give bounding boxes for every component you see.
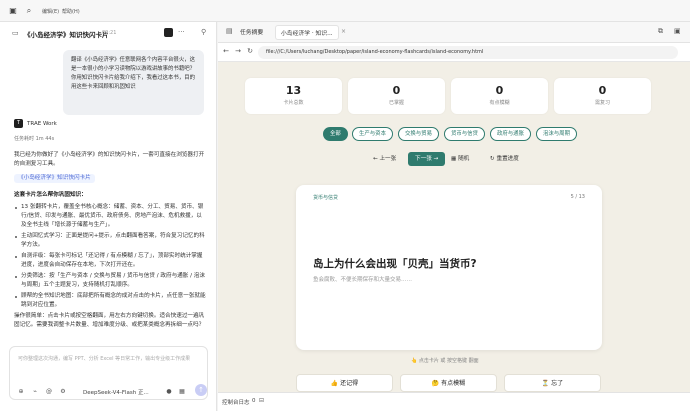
shuffle-label: 随机 [458, 156, 470, 162]
tab-bar: ▤ 任务摘要 小岛经济学 · 知识... × ⧉ ▣ [218, 22, 690, 43]
model-icon[interactable] [164, 28, 173, 37]
category-bubble[interactable]: 泡沫与周期 [536, 127, 577, 141]
stat-fuzzy: 0 有点模糊 [451, 78, 548, 114]
task-time: 任务耗时 1m 44s [14, 136, 55, 142]
response-bullets: 13 张翻转卡片，覆盖全书核心概念：储蓄、资本、分工、贸易、货币、银行/信贷、印… [14, 203, 206, 310]
microphone-icon[interactable]: ● [165, 388, 173, 396]
chat-title: 《小岛经济学》知识快闪卡片 [24, 31, 109, 39]
remember-button[interactable]: 👍 还记得 [296, 374, 393, 392]
sidebar-toggle-icon[interactable]: ▣ [8, 6, 18, 16]
list-item: 自测评级：每张卡可标记「还记得 / 有点模糊 / 忘了」，顶部实时统计掌握进度，… [14, 252, 206, 270]
console-count-badge: 0 [252, 398, 256, 404]
attach-icon[interactable]: ⌁ [31, 388, 39, 396]
agent-avatar-icon: T [14, 119, 23, 128]
card-count: 5 / 13 [570, 194, 585, 200]
category-money[interactable]: 货币与信贷 [444, 127, 485, 141]
stat-value: 0 [598, 84, 607, 97]
stat-label: 卡片总数 [283, 100, 304, 106]
list-item: 顾帮的全书知识地图：底部把所有概念的成对点击的卡片，点任意一张就能跳到对应位置。 [14, 292, 206, 310]
prev-button[interactable]: ← 上一张 [373, 152, 396, 166]
flashcard-page: 13 卡片总数 0 已掌握 0 有点模糊 0 需复习 全部 生产与资本 交换与贸… [218, 62, 690, 392]
console-log-label[interactable]: 控制台日志 [222, 398, 250, 406]
model-selector[interactable]: DeepSeek-V4-Flash 正... [83, 388, 149, 396]
list-item: 分类筛选：按「生产与资本 / 交换与贸易 / 货币与信贷 / 政府与通胀 / 泡… [14, 272, 206, 290]
more-icon[interactable]: ··· [178, 28, 185, 36]
address-bar: ← → ↻ file:///C:/Users/luchang/Desktop/p… [218, 43, 690, 62]
stat-mastered: 0 已掌握 [348, 78, 445, 114]
chat-panel: ▭ 《小岛经济学》知识快闪卡片 09:21 ··· ⚲ 翻译《小岛经济学》任意联… [0, 22, 217, 411]
add-icon[interactable]: ⊕ [17, 388, 25, 396]
chat-time: 09:21 [102, 30, 117, 36]
url-input[interactable]: file:///C:/Users/luchang/Desktop/paper/i… [258, 46, 678, 59]
reload-icon[interactable]: ↻ [245, 47, 255, 55]
flip-hint: 👆 点击卡片 或 按空格键 翻面 [411, 358, 479, 364]
stat-label: 有点模糊 [489, 100, 510, 106]
pin-icon[interactable]: ⚲ [201, 28, 206, 36]
chat-input-box[interactable]: 可你整理这次沟通，编写 PPT、分析 Excel 等日常工作，输出专业级工作成果… [9, 346, 208, 400]
tab-flashcards[interactable]: 小岛经济学 · 知识... [275, 25, 339, 40]
user-message: 翻译《小岛经济学》任意联网各个内容平台很火，这是一本很小的小学习读物院以游戏讲故… [63, 50, 204, 115]
response-heading: 这套卡片怎么帮你巩固知识： [14, 192, 87, 198]
stat-label: 已掌握 [388, 100, 404, 106]
stat-value: 0 [392, 84, 401, 97]
sidebar-icon[interactable]: ▣ [674, 27, 681, 35]
reset-button[interactable]: ↻ 重置进度 [490, 152, 519, 166]
search-icon[interactable]: ⌕ [24, 6, 34, 16]
menu-edit[interactable]: 编辑(E) [42, 8, 59, 15]
category-government[interactable]: 政府与通胀 [490, 127, 531, 141]
forward-icon[interactable]: → [233, 47, 243, 55]
collapse-icon[interactable]: ▤ [226, 27, 233, 35]
card-category: 货币与信贷 [313, 195, 339, 201]
chat-header: ▭ 《小岛经济学》知识快闪卡片 09:21 ··· ⚲ [0, 22, 217, 44]
title-bar: ▣ ⌕ 编辑(E) 帮助(H) [0, 0, 690, 22]
stat-value: 13 [285, 84, 302, 97]
card-hint: 鱼会腐败、不便长期保存和大量交易…… [313, 277, 413, 283]
card-question: 岛上为什么会出现「贝壳」当货币? [313, 258, 477, 270]
chat-input[interactable]: 可你整理这次沟通，编写 PPT、分析 Excel 等日常工作，输出专业级工作成果 [18, 355, 190, 362]
back-icon[interactable]: ← [221, 47, 231, 55]
list-item: 13 张翻转卡片，覆盖全书核心概念：储蓄、资本、分工、贸易、货币、银行/信贷、印… [14, 203, 206, 230]
send-button[interactable]: ↑ [195, 384, 207, 396]
tab-summary[interactable]: 任务摘要 [240, 27, 263, 36]
skills-icon[interactable]: ⚙ [59, 388, 67, 396]
agent-name: TRAE Work [27, 120, 57, 127]
agent-header: T TRAE Work [14, 119, 57, 128]
reset-label: 重置进度 [496, 156, 519, 162]
console-icon[interactable]: ⊟ [259, 397, 264, 404]
file-tag[interactable]: 《小岛经济学》知识快闪卡片 [14, 174, 95, 183]
chat-icon: ▭ [12, 29, 19, 37]
category-production[interactable]: 生产与资本 [352, 127, 393, 141]
forgot-button[interactable]: ⏳ 忘了 [504, 374, 601, 392]
next-button[interactable]: 下一张 → [408, 152, 446, 166]
mention-icon[interactable]: @ [45, 388, 53, 396]
status-bar: 控制台日志 0 ⊟ [218, 392, 690, 411]
shuffle-button[interactable]: ▦ 随机 [451, 152, 469, 166]
agent-response: 我已经为你做好了《小岛经济学》的知识快闪卡片，一套可直接在浏览器打开的自测复习工… [14, 151, 206, 333]
close-tab-icon[interactable]: × [341, 28, 346, 35]
category-trade[interactable]: 交换与贸易 [398, 127, 439, 141]
image-icon[interactable]: ▦ [178, 388, 186, 396]
fuzzy-button[interactable]: 🤔 有点模糊 [400, 374, 497, 392]
response-intro: 我已经为你做好了《小岛经济学》的知识快闪卡片，一套可直接在浏览器打开的自测复习工… [14, 152, 205, 167]
list-item: 主动回忆式学习：正面是提问+提示，点击翻面看答案，符合复习记忆的科学方法。 [14, 232, 206, 250]
category-all[interactable]: 全部 [323, 127, 348, 141]
split-view-icon[interactable]: ⧉ [658, 27, 663, 36]
stat-label: 需复习 [594, 100, 610, 106]
flashcard[interactable]: 货币与信贷 5 / 13 岛上为什么会出现「贝壳」当货币? 鱼会腐败、不便长期保… [296, 185, 602, 350]
response-outro: 操作很简单：点击卡片或按空格翻面，用左右方向键切换。适合快速过一遍巩固记忆。需要… [14, 313, 205, 328]
stat-review: 0 需复习 [554, 78, 651, 114]
browser-panel: ▤ 任务摘要 小岛经济学 · 知识... × ⧉ ▣ ← → ↻ file://… [218, 22, 690, 411]
menu-help[interactable]: 帮助(H) [62, 8, 80, 15]
stat-value: 0 [495, 84, 504, 97]
stat-total: 13 卡片总数 [245, 78, 342, 114]
